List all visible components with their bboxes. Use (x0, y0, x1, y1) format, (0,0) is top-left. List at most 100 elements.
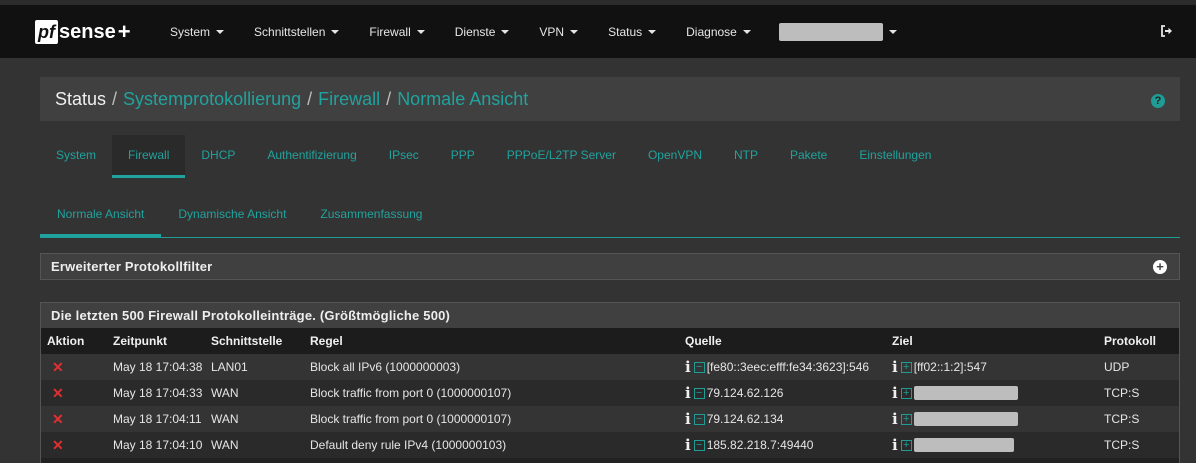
plus-box-icon[interactable]: + (900, 387, 912, 399)
info-icon[interactable]: i (892, 436, 898, 454)
tab-system[interactable]: System (40, 135, 112, 178)
cell-proto: TCP:S (1098, 380, 1179, 406)
menu-system[interactable]: System (170, 25, 225, 39)
tab-dynamische-ansicht[interactable]: Dynamische Ansicht (161, 194, 303, 237)
tab-pppoe-l2tp-server[interactable]: PPPoE/L2TP Server (491, 135, 632, 178)
col-ziel[interactable]: Ziel (886, 328, 1098, 354)
block-x-icon[interactable]: ✕ (47, 437, 64, 453)
breadcrumb-root: Status (55, 89, 107, 109)
tab-dhcp[interactable]: DHCP (185, 135, 251, 178)
advanced-filter-panel[interactable]: Erweiterter Protokollfilter + (40, 253, 1180, 280)
dest-redacted (913, 412, 1018, 426)
caret-down-icon (888, 29, 897, 34)
cell-source: 185.82.218.7:49440 (706, 438, 814, 452)
cell-time: May 18 17:04:10 (107, 432, 205, 458)
cell-proto: UDP (1098, 354, 1179, 380)
tab-ipsec[interactable]: IPsec (373, 135, 435, 178)
tab-normale-ansicht[interactable]: Normale Ansicht (40, 194, 162, 237)
block-x-icon[interactable]: ✕ (47, 385, 64, 401)
info-icon[interactable]: i (685, 410, 691, 428)
logout-icon[interactable] (1160, 24, 1174, 38)
table-row: ✕ May 18 17:04:11 WAN Block traffic from… (41, 406, 1179, 432)
breadcrumb-firewall[interactable]: Firewall (318, 89, 380, 109)
table-row: ✕ May 18 17:04:38 LAN01 Block all IPv6 (… (41, 354, 1179, 380)
plus-box-icon[interactable]: + (900, 361, 912, 373)
tab-firewall[interactable]: Firewall (112, 135, 186, 178)
expand-plus-icon[interactable]: + (1153, 260, 1167, 274)
cell-iface: WAN (205, 432, 304, 458)
main-menu: System Schnittstellen Firewall Dienste V… (170, 5, 897, 58)
col-quelle[interactable]: Quelle (679, 328, 886, 354)
col-schnittstelle[interactable]: Schnittstelle (205, 328, 304, 354)
caret-down-icon (501, 29, 510, 34)
tab-einstellungen[interactable]: Einstellungen (843, 135, 947, 178)
info-icon[interactable]: i (892, 358, 898, 376)
cell-time: May 18 17:04:11 (107, 406, 205, 432)
cell-source: 79.124.62.134 (706, 412, 784, 426)
tab-zusammenfassung[interactable]: Zusammenfassung (303, 194, 439, 237)
cell-rule[interactable]: Block traffic from port 0 (1000000107) (304, 380, 679, 406)
log-table: Aktion Zeitpunkt Schnittstelle Regel Que… (41, 328, 1179, 458)
block-x-icon[interactable]: ✕ (47, 411, 64, 427)
col-protokoll[interactable]: Protokoll (1098, 328, 1179, 354)
tab-pakete[interactable]: Pakete (774, 135, 843, 178)
info-icon[interactable]: i (685, 358, 691, 376)
logo-plus: + (117, 19, 131, 44)
cell-proto: TCP:S (1098, 432, 1179, 458)
logo-sense: sense (59, 20, 116, 43)
breadcrumb: Status / Systemprotokollierung / Firewall / No… (40, 77, 1180, 121)
log-panel-title: Die letzten 500 Firewall Protokolleinträ… (51, 308, 451, 323)
plus-box-icon[interactable]: + (900, 413, 912, 425)
col-regel[interactable]: Regel (304, 328, 679, 354)
firewall-log-panel: Die letzten 500 Firewall Protokolleinträ… (40, 302, 1180, 463)
tab-authentifizierung[interactable]: Authentifizierung (251, 135, 372, 178)
dest-redacted (913, 438, 1014, 452)
cell-iface: LAN01 (205, 354, 304, 380)
info-icon[interactable]: i (892, 410, 898, 428)
menu-schnittstellen[interactable]: Schnittstellen (254, 25, 340, 39)
caret-down-icon (416, 29, 425, 34)
caret-down-icon (570, 29, 579, 34)
cell-proto: TCP:S (1098, 406, 1179, 432)
minus-box-icon[interactable]: − (693, 387, 705, 399)
info-icon[interactable]: i (685, 436, 691, 454)
menu-hostname[interactable] (778, 22, 897, 41)
caret-down-icon (742, 29, 751, 34)
block-x-icon[interactable]: ✕ (47, 359, 64, 375)
tab-ntp[interactable]: NTP (718, 135, 774, 178)
breadcrumb-normale-ansicht[interactable]: Normale Ansicht (397, 89, 528, 109)
info-icon[interactable]: i (685, 384, 691, 402)
cell-iface: WAN (205, 380, 304, 406)
minus-box-icon[interactable]: − (693, 439, 705, 451)
tab-openvpn[interactable]: OpenVPN (632, 135, 718, 178)
help-icon[interactable]: ? (1151, 94, 1165, 108)
col-aktion[interactable]: Aktion (41, 328, 107, 354)
info-icon[interactable]: i (892, 384, 898, 402)
log-panel-header: Die letzten 500 Firewall Protokolleinträ… (41, 303, 1179, 328)
cell-rule[interactable]: Default deny rule IPv4 (1000000103) (304, 432, 679, 458)
tab-ppp[interactable]: PPP (435, 135, 491, 178)
cell-time: May 18 17:04:38 (107, 354, 205, 380)
menu-dienste[interactable]: Dienste (455, 25, 510, 39)
dest-redacted (913, 386, 1018, 400)
plus-box-icon[interactable]: + (900, 439, 912, 451)
minus-box-icon[interactable]: − (693, 361, 705, 373)
menu-vpn[interactable]: VPN (539, 25, 579, 39)
minus-box-icon[interactable]: − (693, 413, 705, 425)
menu-firewall[interactable]: Firewall (369, 25, 425, 39)
top-navbar: pf sense + System Schnittstellen Firewal… (0, 5, 1196, 58)
caret-down-icon (648, 29, 657, 34)
cell-time: May 18 17:04:33 (107, 380, 205, 406)
cell-source: [fe80::3eec:efff:fe34:3623]:546 (706, 360, 870, 374)
caret-down-icon (331, 29, 340, 34)
breadcrumb-systemprotokollierung[interactable]: Systemprotokollierung (123, 89, 301, 109)
log-category-tabs: System Firewall DHCP Authentifizierung I… (40, 135, 947, 179)
cell-dest: [ff02::1:2]:547 (913, 360, 987, 374)
col-zeitpunkt[interactable]: Zeitpunkt (107, 328, 205, 354)
cell-rule[interactable]: Block traffic from port 0 (1000000107) (304, 406, 679, 432)
cell-rule[interactable]: Block all IPv6 (1000000003) (304, 354, 679, 380)
cell-source: 79.124.62.126 (706, 386, 784, 400)
menu-status[interactable]: Status (608, 25, 657, 39)
menu-diagnose[interactable]: Diagnose (686, 25, 751, 39)
pfsense-logo[interactable]: pf sense + (35, 19, 131, 45)
